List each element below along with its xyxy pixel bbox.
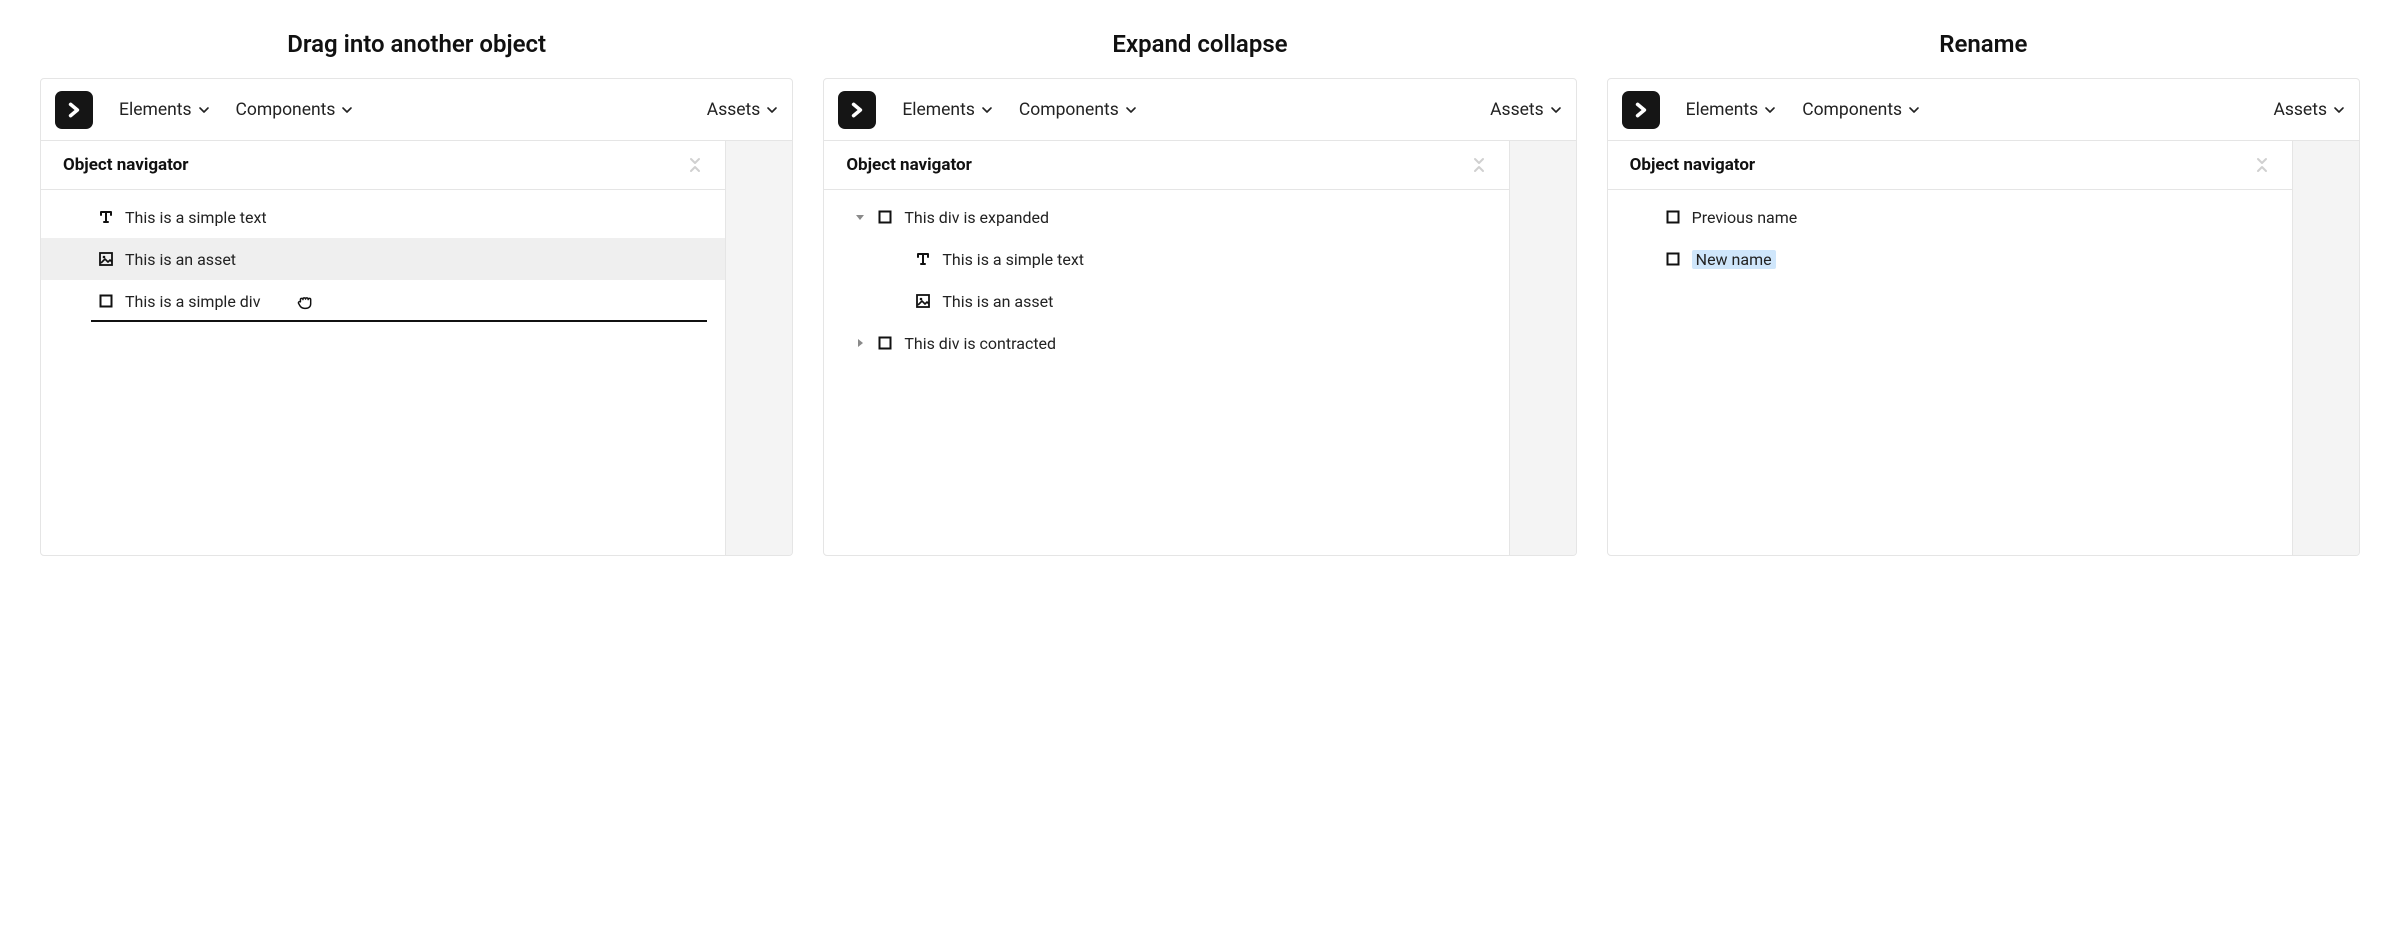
text-icon [97, 208, 115, 226]
panel-rename: Elements Components Assets Object naviga… [1607, 78, 2360, 556]
tree-item-child-text[interactable]: This is a simple text [824, 238, 1508, 280]
tree-item-text[interactable]: This is a simple text [41, 196, 725, 238]
square-icon [97, 292, 115, 310]
tree-item-label: This is a simple text [942, 250, 1084, 269]
tree-item-label: This is an asset [942, 292, 1053, 311]
tree-item-rename-editing[interactable]: New name [1608, 238, 2292, 280]
brand-button[interactable] [1622, 91, 1660, 129]
tree-item-label: This is a simple div [125, 292, 260, 311]
grab-cursor-icon [294, 290, 316, 312]
brand-button[interactable] [55, 91, 93, 129]
tab-assets[interactable]: Assets [2273, 100, 2345, 120]
navigator-header: Object navigator [824, 141, 1508, 190]
tab-assets-label: Assets [1490, 100, 1544, 120]
chevron-down-icon [766, 104, 778, 116]
tab-components[interactable]: Components [236, 100, 354, 120]
tree-item-contracted[interactable]: This div is contracted [824, 322, 1508, 364]
tab-assets[interactable]: Assets [707, 100, 779, 120]
tab-elements-label: Elements [902, 100, 975, 120]
chevron-down-icon [2333, 104, 2345, 116]
navigator-title: Object navigator [63, 155, 687, 175]
tab-elements-label: Elements [1686, 100, 1759, 120]
side-gutter [726, 141, 792, 555]
chevron-down-icon [341, 104, 353, 116]
tree-item-child-asset[interactable]: This is an asset [824, 280, 1508, 322]
tree-item-label: This div is expanded [904, 208, 1049, 227]
tab-elements[interactable]: Elements [1686, 100, 1777, 120]
tree-item-label: This is a simple text [125, 208, 267, 227]
brand-chevron-icon [848, 101, 866, 119]
collapse-icon[interactable] [687, 157, 703, 173]
square-icon [876, 334, 894, 352]
brand-chevron-icon [1632, 101, 1650, 119]
rename-input[interactable]: New name [1692, 250, 1776, 269]
text-icon [914, 250, 932, 268]
tab-assets-label: Assets [2273, 100, 2327, 120]
tree: This is a simple text This is an asset T… [41, 190, 725, 328]
tab-components[interactable]: Components [1802, 100, 1920, 120]
drop-indicator [91, 320, 707, 322]
brand-button[interactable] [838, 91, 876, 129]
navigator-header: Object navigator [41, 141, 725, 190]
panel-drag: Elements Components Assets Object naviga… [40, 78, 793, 556]
chevron-down-icon [1550, 104, 1562, 116]
chevron-down-icon [1125, 104, 1137, 116]
tab-assets-label: Assets [707, 100, 761, 120]
chevron-down-icon [981, 104, 993, 116]
tab-components-label: Components [1019, 100, 1119, 120]
tree-item-prev[interactable]: Previous name [1608, 196, 2292, 238]
tab-components[interactable]: Components [1019, 100, 1137, 120]
tab-elements[interactable]: Elements [902, 100, 993, 120]
tree-item-label: This is an asset [125, 250, 236, 269]
column-title-expand: Expand collapse [1112, 30, 1287, 58]
side-gutter [2293, 141, 2359, 555]
disclosure-closed-icon[interactable] [854, 338, 866, 348]
chevron-down-icon [198, 104, 210, 116]
column-title-rename: Rename [1939, 30, 2027, 58]
tree-item-asset[interactable]: This is an asset [41, 238, 725, 280]
side-gutter [1510, 141, 1576, 555]
tree-item-div-drag[interactable]: This is a simple div [41, 280, 725, 322]
square-icon [1664, 208, 1682, 226]
brand-chevron-icon [65, 101, 83, 119]
tree-item-label: Previous name [1692, 208, 1798, 227]
collapse-icon[interactable] [1471, 157, 1487, 173]
image-icon [914, 292, 932, 310]
column-title-drag: Drag into another object [287, 30, 546, 58]
tab-elements-label: Elements [119, 100, 192, 120]
square-icon [1664, 250, 1682, 268]
tree: This div is expanded This is a simple te… [824, 190, 1508, 370]
toolbar: Elements Components Assets [824, 79, 1575, 141]
panel-expand: Elements Components Assets Object naviga… [823, 78, 1576, 556]
navigator-header: Object navigator [1608, 141, 2292, 190]
chevron-down-icon [1908, 104, 1920, 116]
navigator-title: Object navigator [846, 155, 1470, 175]
chevron-down-icon [1764, 104, 1776, 116]
square-icon [876, 208, 894, 226]
tree-item-label: This div is contracted [904, 334, 1056, 353]
tree: Previous name New name [1608, 190, 2292, 286]
navigator-title: Object navigator [1630, 155, 2254, 175]
toolbar: Elements Components Assets [1608, 79, 2359, 141]
disclosure-open-icon[interactable] [854, 212, 866, 222]
collapse-icon[interactable] [2254, 157, 2270, 173]
tab-elements[interactable]: Elements [119, 100, 210, 120]
image-icon [97, 250, 115, 268]
tab-components-label: Components [1802, 100, 1902, 120]
tab-assets[interactable]: Assets [1490, 100, 1562, 120]
toolbar: Elements Components Assets [41, 79, 792, 141]
tab-components-label: Components [236, 100, 336, 120]
tree-item-expanded[interactable]: This div is expanded [824, 196, 1508, 238]
